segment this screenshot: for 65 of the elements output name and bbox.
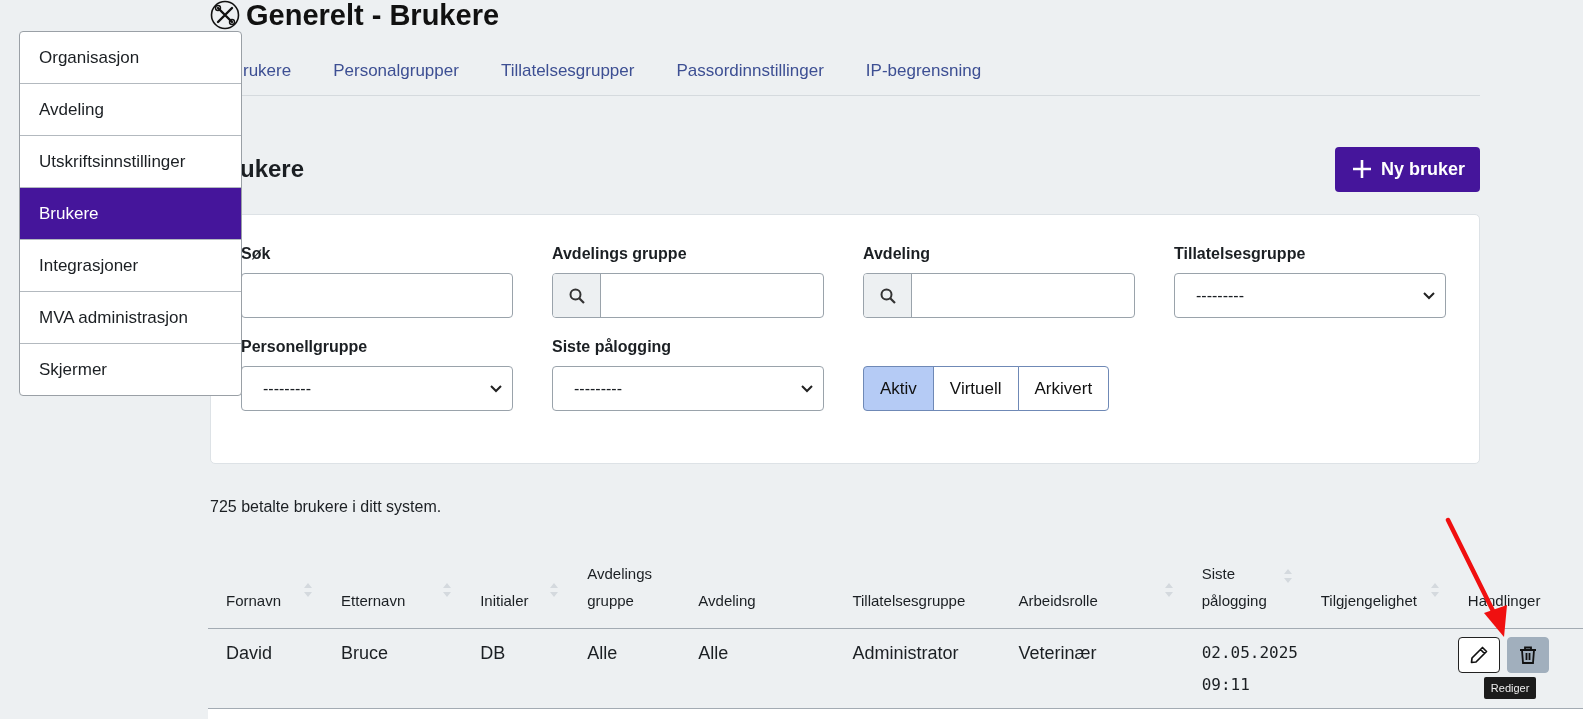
pencil-icon: [1468, 645, 1489, 665]
field-label: Siste pålogging: [552, 338, 673, 356]
tab[interactable]: rukere: [243, 61, 292, 81]
delete-button[interactable]: [1506, 637, 1549, 673]
table-cell: Alle: [587, 643, 618, 663]
menu-item[interactable]: MVA administrasjon: [20, 291, 241, 343]
menu-item[interactable]: Integrasjoner: [20, 239, 241, 291]
search-field[interactable]: [552, 273, 824, 318]
sort-icon: [442, 581, 453, 598]
dropdown[interactable]: ---------: [552, 366, 824, 411]
dropdown[interactable]: ---------: [241, 366, 513, 411]
toggle-button[interactable]: Virtuell: [932, 366, 1019, 411]
column-header[interactable]: Tilgjengelighet: [1320, 587, 1417, 614]
sort-icon: [1282, 568, 1293, 584]
toggle-button[interactable]: Aktiv: [863, 366, 934, 411]
table-cell: David: [226, 643, 273, 663]
summary-text: 725 betalte brukere i ditt system.: [210, 498, 443, 516]
menu-item[interactable]: Skjermer: [20, 343, 241, 395]
sort-icon: [549, 581, 560, 598]
toggle-button[interactable]: Arkivert: [1017, 366, 1110, 411]
field-label: Avdeling: [863, 245, 931, 263]
section-heading: ukere: [240, 155, 305, 183]
column-header[interactable]: Fornavn: [226, 587, 282, 614]
search-field[interactable]: [241, 273, 513, 318]
field-label: Avdelings gruppe: [552, 245, 688, 263]
column-header[interactable]: Siste pålogging: [1201, 560, 1283, 614]
page-title: Generelt - Brukere: [246, 0, 500, 30]
search-icon: [568, 287, 585, 304]
column-header[interactable]: Avdeling: [698, 587, 756, 614]
trash-icon: [1517, 645, 1538, 665]
column-header[interactable]: Arbeidsrolle: [1018, 587, 1098, 614]
search-field[interactable]: [863, 273, 1135, 318]
tab[interactable]: IP-begrensning: [865, 61, 982, 81]
column-header[interactable]: Etternavn: [341, 587, 406, 614]
field-label: Personellgruppe: [241, 338, 369, 356]
search-icon: [879, 287, 896, 304]
new-user-button[interactable]: Ny bruker: [1334, 146, 1480, 192]
column-header[interactable]: Tillatelsesgruppe: [852, 587, 966, 614]
table-cell: 02.05.2025 09:11: [1201, 643, 1298, 694]
table-cell: Veterinær: [1018, 643, 1097, 663]
column-header[interactable]: Initialer: [480, 587, 529, 614]
tooltip: Rediger: [1483, 677, 1537, 699]
edit-button[interactable]: [1457, 637, 1500, 673]
tab[interactable]: Tillatelsesgrupper: [500, 61, 635, 81]
chevron-down-icon: [1423, 291, 1435, 300]
menu-item[interactable]: Organisasjon: [20, 32, 241, 83]
field-label: Søk: [241, 245, 272, 263]
sort-icon: [1429, 581, 1440, 598]
menu-item[interactable]: Brukere: [20, 187, 241, 239]
table-cell: Administrator: [852, 643, 959, 663]
chevron-down-icon: [490, 384, 502, 393]
field-label: Tillatelsesgruppe: [1174, 245, 1307, 263]
plus-icon: [1351, 159, 1372, 179]
column-header[interactable]: Avdelings gruppe: [587, 560, 671, 614]
tab[interactable]: Personalgrupper: [333, 61, 459, 81]
chevron-down-icon: [801, 384, 813, 393]
tools-icon: [210, 0, 240, 30]
menu-item[interactable]: Avdeling: [20, 83, 241, 135]
tab[interactable]: Passordinnstillinger: [676, 61, 824, 81]
dropdown[interactable]: ---------: [1174, 273, 1446, 318]
sort-icon: [303, 581, 314, 598]
table-cell: Alle: [698, 643, 729, 663]
table-cell: DB: [480, 643, 506, 663]
table-cell: Bruce: [341, 643, 389, 663]
sort-icon: [1163, 581, 1174, 598]
